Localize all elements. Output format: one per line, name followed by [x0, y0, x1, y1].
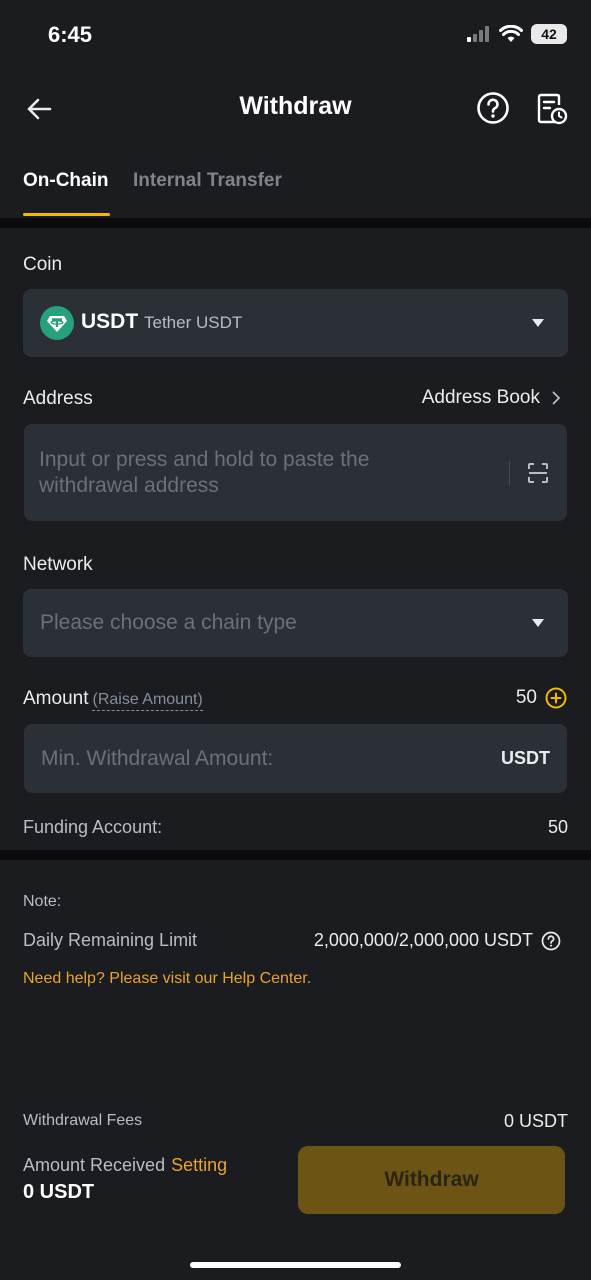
address-input[interactable]: Input or press and hold to paste the wit… [24, 424, 567, 521]
fees-value: 0 USDT [503, 1111, 568, 1131]
input-separator [509, 461, 510, 485]
address-placeholder-line1: Input or press and hold to paste the [39, 448, 370, 471]
withdraw-button-label: Withdraw [384, 1168, 479, 1191]
tether-coin-icon [40, 306, 74, 340]
active-tab-indicator [23, 213, 110, 216]
daily-limit-label: Daily Remaining Limit [23, 930, 198, 950]
question-circle-icon [477, 92, 509, 124]
history-button[interactable] [536, 92, 568, 126]
wifi-icon [499, 25, 523, 42]
cellular-signal-icon [467, 26, 489, 42]
chevron-right-icon [552, 391, 561, 405]
amount-received-value: 0 USDT [23, 1181, 95, 1203]
amount-placeholder: Min. Withdrawal Amount: [41, 747, 274, 770]
network-select[interactable]: Please choose a chain type [23, 589, 568, 657]
raise-amount-link[interactable]: (Raise Amount) [92, 691, 203, 711]
coin-label: Coin [23, 254, 63, 275]
help-button[interactable] [476, 91, 510, 125]
fees-label: Withdrawal Fees [23, 1112, 143, 1129]
tab-internal-transfer[interactable]: Internal Transfer [133, 170, 282, 192]
coin-name: Tether USDT [144, 313, 243, 332]
amount-limit-value: 50 [515, 687, 537, 708]
question-circle-icon[interactable] [541, 931, 561, 951]
caret-down-icon [532, 619, 544, 627]
status-icons: 42 [467, 24, 567, 44]
amount-unit: USDT [501, 748, 550, 768]
funding-value: 50 [547, 817, 568, 837]
address-label: Address [23, 388, 93, 409]
section-divider [0, 218, 591, 228]
daily-limit-value: 2,000,000/2,000,000 USDT [313, 930, 533, 950]
note-title: Note: [23, 893, 62, 910]
tab-bar: On-Chain Internal Transfer [0, 168, 591, 218]
scan-qr-icon[interactable] [527, 462, 549, 484]
help-center-link[interactable]: Need help? Please visit our Help Center. [23, 970, 311, 988]
withdraw-button[interactable]: Withdraw [298, 1146, 565, 1214]
coin-select[interactable]: USDT Tether USDT [23, 289, 568, 357]
battery-icon: 42 [531, 24, 567, 44]
amount-label-row: Amount (Raise Amount) [23, 688, 203, 711]
address-placeholder-line2: withdrawal address [39, 474, 219, 497]
amount-received-label: Amount Received [23, 1155, 166, 1175]
battery-level: 42 [541, 26, 557, 42]
record-history-icon [537, 93, 568, 125]
address-book-link[interactable]: Address Book [422, 387, 561, 409]
home-indicator [190, 1262, 401, 1268]
daily-limit-row: 2,000,000/2,000,000 USDT [314, 930, 561, 951]
address-book-text: Address Book [421, 387, 540, 408]
amount-input[interactable]: Min. Withdrawal Amount: USDT [24, 724, 567, 793]
network-label: Network [23, 554, 93, 575]
setting-link[interactable]: Setting [171, 1155, 227, 1176]
section-divider [0, 850, 591, 860]
funding-label: Funding Account: [23, 817, 163, 837]
network-placeholder: Please choose a chain type [40, 611, 297, 634]
amount-received-row: Amount Received Setting [23, 1155, 227, 1176]
coin-symbol: USDT [81, 310, 139, 333]
plus-circle-icon[interactable] [545, 687, 567, 709]
tab-on-chain[interactable]: On-Chain [23, 170, 109, 192]
amount-label: Amount [23, 688, 89, 709]
status-time: 6:45 [48, 22, 93, 47]
caret-down-icon [532, 319, 544, 327]
amount-limit: 50 [516, 687, 567, 709]
